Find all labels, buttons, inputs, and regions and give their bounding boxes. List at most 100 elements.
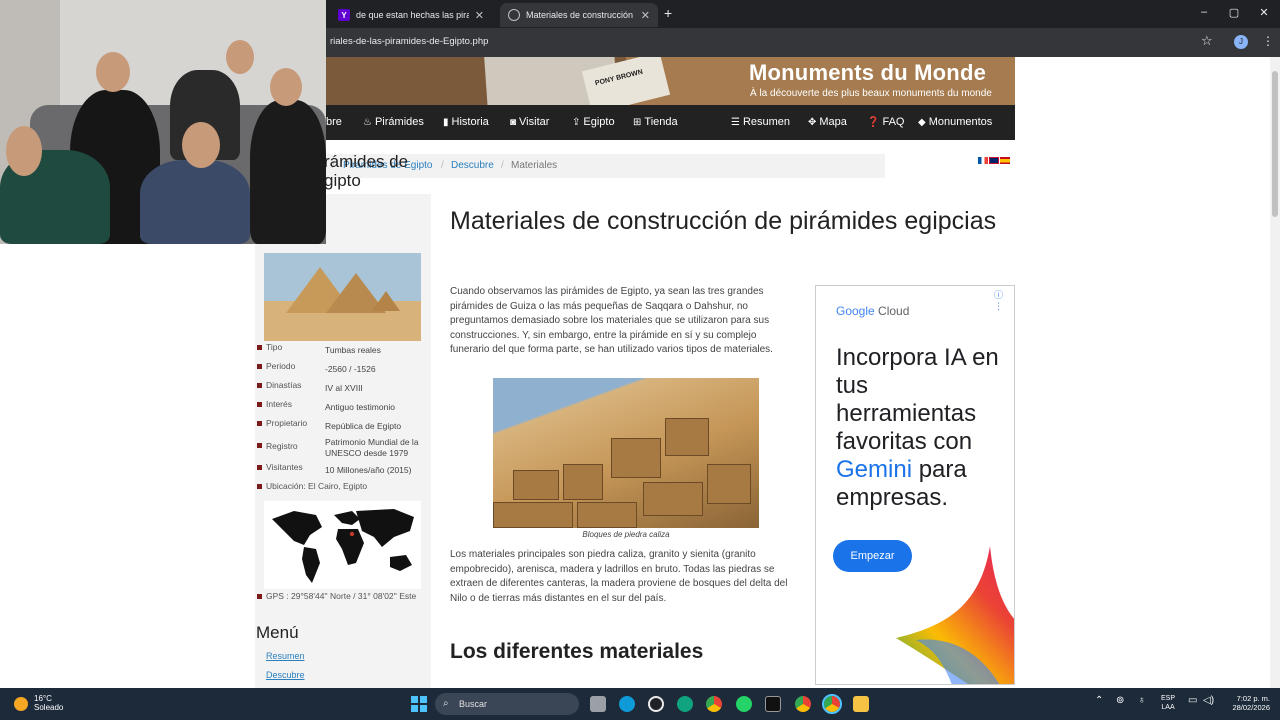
image-caption: Bloques de piedra caliza: [582, 530, 670, 539]
site-brand[interactable]: Monuments du Monde: [749, 60, 986, 86]
nav-item-tienda[interactable]: ⊞ Tienda: [633, 116, 678, 128]
info-value: IV al XVIII: [325, 383, 363, 393]
language-flags: [978, 157, 1010, 164]
nav-label: Monumentos: [928, 116, 993, 128]
breadcrumb-link[interactable]: Descubre: [451, 160, 494, 171]
scrollbar-thumb[interactable]: [1272, 71, 1278, 217]
menu-link-resumen[interactable]: Resumen: [266, 651, 305, 661]
profile-avatar[interactable]: J: [1234, 35, 1248, 49]
nav-item-egipto[interactable]: ⇪ Egipto: [572, 116, 615, 128]
ad-headline-gemini: Gemini: [836, 456, 913, 483]
obs-icon[interactable]: [648, 696, 664, 712]
chatgpt-icon[interactable]: [677, 696, 693, 712]
info-value: Antiguo testimonio: [325, 402, 395, 412]
chrome-active-icon[interactable]: [822, 694, 842, 714]
new-tab-button[interactable]: +: [664, 5, 672, 21]
task-view-icon[interactable]: [590, 696, 606, 712]
tag-icon: ◆: [918, 116, 926, 128]
info-row-gps: GPS : 29°58'44'' Norte / 31° 08'02'' Est…: [257, 591, 431, 605]
microphone-icon[interactable]: ♁: [1138, 695, 1146, 706]
nav-item-resumen[interactable]: ☰ Resumen: [731, 116, 790, 128]
sidebar-title: rámides de gipto: [324, 152, 409, 190]
language-indicator[interactable]: ESP LAA: [1161, 694, 1175, 712]
maximize-icon[interactable]: ▢: [1227, 6, 1241, 19]
chrome-profile-icon[interactable]: [795, 696, 811, 712]
file-explorer-icon[interactable]: [853, 696, 869, 712]
whatsapp-icon[interactable]: [736, 696, 752, 712]
gps-text: GPS : 29°58'44'' Norte / 31° 08'02'' Est…: [266, 591, 417, 601]
nav-item-historia[interactable]: ▮ Historia: [443, 116, 489, 128]
tray-app-icon[interactable]: ⊚: [1116, 695, 1124, 706]
compass-icon: ✥: [808, 116, 817, 128]
browser-tab-inactive[interactable]: Y de que estan hechas las piramides ✕: [330, 3, 492, 27]
nav-item-bre[interactable]: bre: [326, 116, 342, 128]
clock-date: 28/02/2026: [1232, 703, 1270, 712]
page-scrollbar[interactable]: [1270, 57, 1280, 688]
flag-fr-icon[interactable]: [978, 157, 988, 164]
taskbar-search[interactable]: ⌕ Buscar: [435, 693, 579, 715]
clock[interactable]: 7:02 p. m. 28/02/2026: [1226, 694, 1270, 712]
pyramids-photo: [264, 253, 421, 341]
nav-label: Mapa: [819, 116, 847, 128]
bookmark-star-icon[interactable]: ☆: [1201, 33, 1213, 49]
book-icon: ▮: [443, 116, 449, 128]
ad-headline-text: Incorpora IA en tus herramientas favorit…: [836, 344, 999, 455]
nav-label: Egipto: [583, 116, 615, 128]
weather-sun-icon[interactable]: [14, 697, 28, 711]
nav-label: Visitar: [519, 116, 550, 128]
logo-text: Google: [836, 304, 875, 318]
nav-item-piramides[interactable]: ♨ Pirámides: [363, 116, 424, 128]
nav-item-visitar[interactable]: ◙ Visitar: [510, 116, 549, 128]
info-row-interes: Interés Antiguo testimonio: [257, 399, 431, 413]
site-tagline: À la découverte des plus beaux monuments…: [750, 88, 992, 99]
network-icon[interactable]: ▭: [1188, 695, 1197, 706]
volume-icon[interactable]: ◁): [1203, 695, 1214, 706]
nav-label: FAQ: [882, 116, 905, 128]
nav-label: Pirámides: [374, 116, 424, 128]
minimize-icon[interactable]: –: [1197, 6, 1211, 18]
camera-icon: ◙: [510, 116, 517, 128]
info-row-visitantes: Visitantes 10 Millones/año (2015): [257, 462, 431, 476]
info-row-propietario: Propietario República de Egipto: [257, 418, 431, 432]
upload-icon: ⇪: [572, 116, 581, 128]
info-row-periodo: Periodo -2560 / -1526: [257, 361, 431, 375]
url-field[interactable]: riales-de-las-piramides-de-Egipto.php: [330, 36, 488, 47]
weather-widget[interactable]: 16°C Soleado: [34, 694, 63, 712]
nav-item-monumentos[interactable]: ◆ Monumentos: [918, 116, 992, 128]
info-value: República de Egipto: [325, 421, 402, 431]
browser-tab-active[interactable]: Materiales de construcción de pirámides …: [500, 3, 658, 27]
nav-label: bre: [326, 116, 342, 128]
weather-condition: Soleado: [34, 703, 64, 712]
list-icon: ☰: [731, 116, 740, 128]
info-row-dinastias: Dinastías IV al XVIII: [257, 380, 431, 394]
nav-item-faq[interactable]: ❓ FAQ: [867, 116, 904, 128]
start-button[interactable]: [411, 696, 427, 712]
flag-uk-icon[interactable]: [989, 157, 999, 164]
section-heading: Los diferentes materiales: [450, 640, 704, 663]
ad-info-icon[interactable]: ⓘ ⋮: [994, 288, 1014, 312]
close-tab-icon[interactable]: ✕: [475, 9, 484, 22]
info-label: Dinastías: [266, 380, 302, 390]
close-tab-icon[interactable]: ✕: [641, 9, 650, 22]
ad-banner[interactable]: ⓘ ⋮ Google Cloud Incorpora IA en tus her…: [815, 285, 1015, 685]
chrome-icon[interactable]: [706, 696, 722, 712]
capcut-icon[interactable]: [765, 696, 781, 712]
info-row-tipo: Tipo Tumbas reales: [257, 342, 431, 356]
location-text: Ubicación: El Cairo, Egipto: [266, 481, 368, 491]
nav-label: Historia: [451, 116, 489, 128]
nav-item-mapa[interactable]: ✥ Mapa: [808, 116, 847, 128]
flag-es-icon[interactable]: [1000, 157, 1010, 164]
info-label: Tipo: [266, 342, 283, 352]
info-row-ubicacion: Ubicación: El Cairo, Egipto: [257, 481, 431, 495]
info-label: Propietario: [266, 418, 308, 428]
edge-icon[interactable]: [619, 696, 635, 712]
google-cloud-logo: Google Cloud: [836, 304, 909, 318]
world-map-icon: [272, 509, 414, 583]
tray-chevron-icon[interactable]: ⌃: [1095, 695, 1103, 706]
browser-menu-icon[interactable]: ⋮: [1262, 34, 1274, 48]
question-icon: ❓: [867, 116, 880, 128]
info-value: -2560 / -1526: [325, 364, 376, 374]
menu-link-descubre[interactable]: Descubre: [266, 670, 305, 680]
close-window-icon[interactable]: ✕: [1257, 6, 1271, 19]
main-nav: bre ♨ Pirámides ▮ Historia ◙ Visitar ⇪ Egipt…: [326, 105, 1015, 140]
